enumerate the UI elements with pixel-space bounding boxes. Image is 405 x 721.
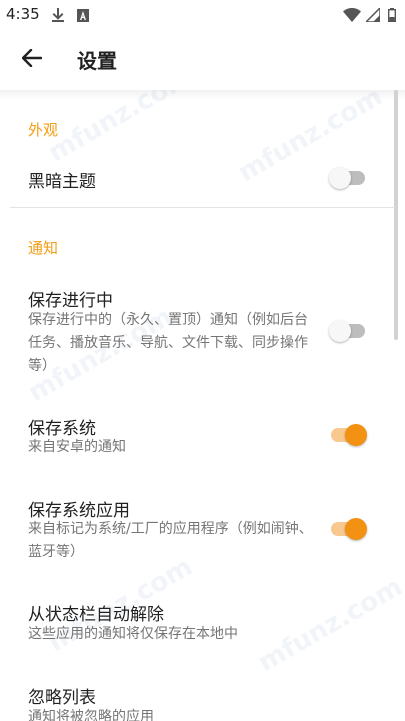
watermark: mfunz.com	[43, 90, 198, 169]
setting-summary: 来自标记为系统/工厂的应用程序（例如闹钟、蓝牙等）	[28, 521, 313, 560]
battery-icon	[387, 7, 396, 26]
setting-title: 黑暗主题	[28, 172, 96, 192]
section-divider	[10, 207, 395, 208]
setting-title: 忽略列表	[28, 688, 96, 708]
status-time: 4:35	[6, 5, 40, 23]
keep-system-toggle[interactable]	[329, 423, 367, 447]
download-icon	[52, 7, 64, 26]
toggle-thumb	[345, 424, 367, 446]
setting-title: 从状态栏自动解除	[28, 605, 164, 625]
section-header-notifications: 通知	[28, 239, 59, 257]
setting-summary: 保存进行中的（永久、置顶）通知（例如后台任务、播放音乐、导航、文件下载、同步操作…	[28, 312, 308, 374]
back-button[interactable]	[12, 40, 52, 80]
keep-ongoing-toggle[interactable]	[329, 319, 367, 343]
setting-summary: 来自安卓的通知	[28, 439, 126, 455]
dark-theme-toggle[interactable]	[329, 166, 367, 190]
setting-title: 保存进行中	[28, 291, 113, 311]
setting-summary: 这些应用的通知将仅保存在本地中	[28, 626, 238, 642]
section-header-appearance: 外观	[28, 121, 59, 139]
app-bar: 设置	[0, 28, 405, 90]
toggle-thumb	[329, 320, 351, 342]
page-title: 设置	[77, 49, 117, 73]
scrollbar[interactable]	[394, 90, 398, 340]
signal-icon	[364, 6, 381, 26]
arrow-back-icon	[21, 48, 43, 71]
settings-list[interactable]: mfunz.com mfunz.com mfunz.com mfunz.com …	[0, 90, 405, 721]
toggle-thumb	[345, 518, 367, 540]
status-bar: 4:35	[0, 0, 405, 28]
setting-summary: 通知将被忽略的应用	[28, 709, 154, 721]
keep-system-apps-toggle[interactable]	[329, 517, 367, 541]
toggle-thumb	[329, 167, 351, 189]
wifi-icon	[343, 7, 361, 26]
a-notification-icon	[77, 7, 89, 26]
